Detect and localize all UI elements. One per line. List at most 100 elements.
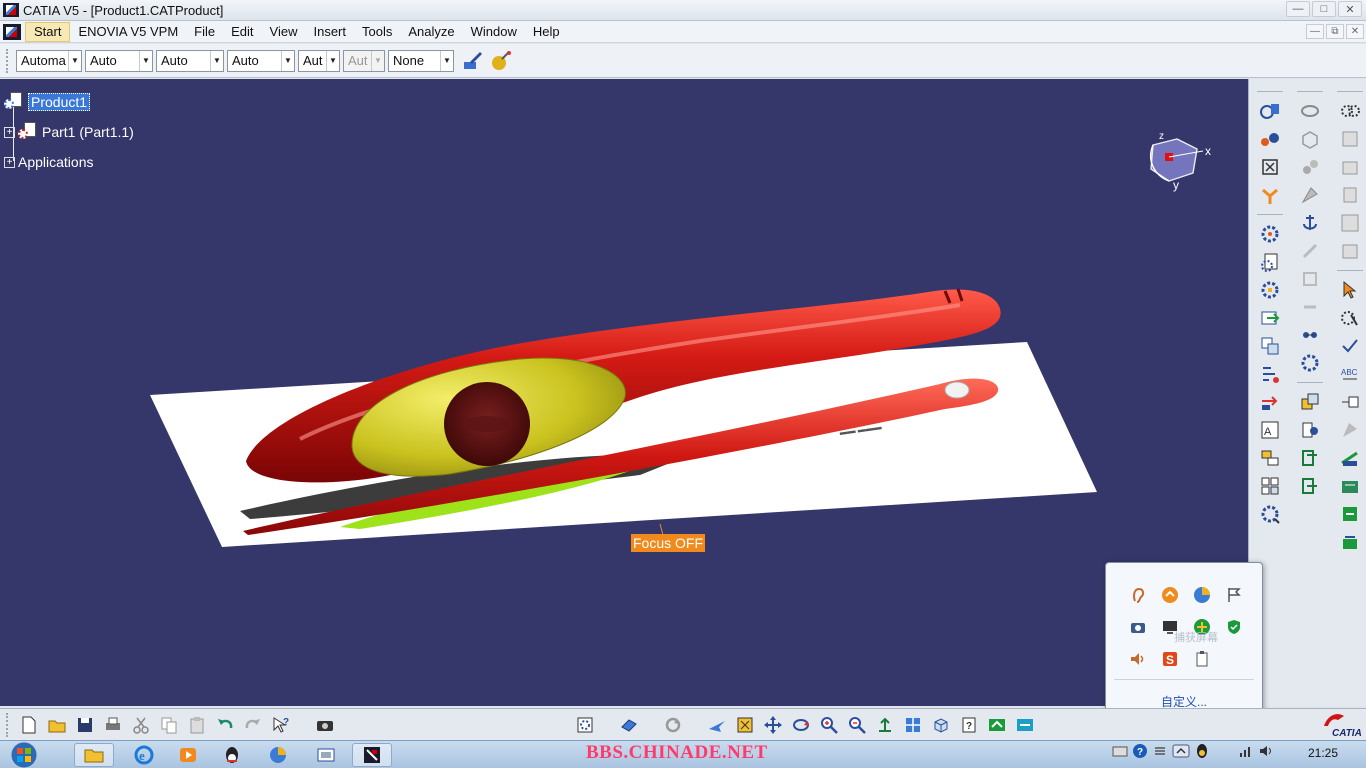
line-thickness-combo[interactable]: Auto ▼ (156, 49, 224, 72)
normal-view-icon[interactable] (872, 712, 898, 738)
flexible-rigid-icon[interactable] (1296, 294, 1324, 320)
whats-this-help-icon[interactable]: ? (268, 712, 294, 738)
taskbar-qq-button[interactable] (212, 743, 252, 767)
taskbar-ie-button[interactable]: e (124, 743, 164, 767)
tree-node-product[interactable]: Product1 (4, 87, 134, 117)
fix-together-icon[interactable] (1296, 238, 1324, 264)
quick-view-isometric-icon[interactable] (928, 712, 954, 738)
undo-icon[interactable] (212, 712, 238, 738)
expand-plus-icon[interactable]: + (4, 126, 15, 138)
help-icon[interactable]: ? (1132, 743, 1148, 762)
tray-camera-icon[interactable] (1122, 611, 1154, 643)
flag-note-icon[interactable] (1336, 389, 1364, 415)
product-knowledge-icon[interactable] (572, 712, 598, 738)
cut-icon[interactable] (128, 712, 154, 738)
manage-representations-icon[interactable] (1256, 445, 1284, 471)
scene-icon[interactable] (1296, 389, 1324, 415)
tray-volume-icon[interactable] (1122, 643, 1154, 675)
sectioning-icon[interactable] (1296, 445, 1324, 471)
snap-icon[interactable] (1296, 126, 1324, 152)
show-hidden-icons-button[interactable] (1172, 743, 1190, 762)
chevron-down-icon[interactable]: ▼ (68, 50, 81, 71)
save-icon[interactable] (72, 712, 98, 738)
transparency-combo[interactable]: Auto ▼ (85, 49, 153, 72)
existing-component-icon[interactable] (1256, 305, 1284, 331)
reuse-pattern-icon[interactable] (1296, 350, 1324, 376)
model-scene[interactable]: ▬▬ ▬▬▬ (0, 79, 1248, 706)
menu-file[interactable]: File (186, 22, 223, 42)
select-arrow-icon[interactable] (1336, 277, 1364, 303)
handle-hole[interactable] (944, 381, 970, 399)
zoom-out-icon[interactable] (844, 712, 870, 738)
layer-combo[interactable]: None ▼ (388, 49, 454, 72)
swap-visible-space-icon[interactable] (1012, 712, 1038, 738)
select-options-icon[interactable] (1336, 305, 1364, 331)
chevron-down-icon[interactable]: ▼ (440, 50, 453, 71)
point-symbol-combo[interactable]: Aut ▼ (298, 49, 340, 72)
quick-constraint-icon[interactable] (1296, 266, 1324, 292)
taskbar-catia-button[interactable] (352, 743, 392, 767)
measure-inertia-icon[interactable] (1336, 501, 1364, 527)
focus-off-label[interactable]: Focus OFF (631, 534, 706, 552)
anchor-icon[interactable] (1296, 210, 1324, 236)
qq-tray-icon[interactable] (1194, 743, 1210, 762)
taskbar-screen-button[interactable] (306, 743, 346, 767)
fit-all-icon[interactable] (1256, 154, 1284, 180)
change-constraint-icon[interactable] (1296, 322, 1324, 348)
expand-plus-icon[interactable]: + (4, 156, 15, 168)
tray-browser-icon[interactable] (1186, 579, 1218, 611)
tree-node-applications[interactable]: + Applications (4, 147, 134, 177)
clash-icon[interactable] (1296, 417, 1324, 443)
taskbar-browser-button[interactable] (258, 743, 298, 767)
new-part-icon[interactable] (1256, 277, 1284, 303)
menu-analyze[interactable]: Analyze (400, 22, 462, 42)
menu-view[interactable]: View (262, 22, 306, 42)
menu-help[interactable]: Help (525, 22, 568, 42)
network-signal-icon[interactable] (1238, 743, 1254, 762)
measure-between-icon[interactable] (1336, 445, 1364, 471)
toolbar-grip[interactable] (6, 48, 10, 73)
start-button[interactable] (6, 741, 42, 768)
menu-start[interactable]: Start (25, 21, 71, 42)
spare-layout-icon-3[interactable] (1336, 182, 1364, 208)
menu-enovia[interactable]: ENOVIA V5 VPM (70, 22, 186, 42)
part-icon[interactable] (18, 122, 38, 142)
maximize-icon[interactable]: □ (1312, 1, 1336, 17)
tree-label-product[interactable]: Product1 (28, 93, 91, 111)
print-icon[interactable] (100, 712, 126, 738)
constraint-icon[interactable] (1256, 182, 1284, 208)
explode-icon[interactable] (1296, 154, 1324, 180)
capture-camera-icon[interactable] (312, 712, 338, 738)
tree-label-applications[interactable]: Applications (18, 154, 94, 170)
taskbar-explorer-button[interactable] (74, 743, 114, 767)
component-gear-icon[interactable] (1256, 221, 1284, 247)
new-product-icon[interactable] (1256, 249, 1284, 275)
chevron-down-icon[interactable]: ▼ (281, 50, 294, 71)
tray-input-method-icon[interactable]: S (1154, 643, 1186, 675)
bill-of-material-icon[interactable]: A (1256, 417, 1284, 443)
measure-item-icon[interactable] (1336, 473, 1364, 499)
text-annotation-icon[interactable]: ABC (1336, 361, 1364, 387)
pan-icon[interactable] (760, 712, 786, 738)
spare-layout-icon-5[interactable] (1336, 238, 1364, 264)
document-menu-icon[interactable] (3, 23, 21, 40)
tray-update-icon[interactable] (1154, 579, 1186, 611)
product-icon[interactable] (4, 92, 24, 112)
tray-flag-icon[interactable] (1218, 579, 1250, 611)
menu-edit[interactable]: Edit (223, 22, 261, 42)
multi-instantiation-icon[interactable] (1256, 473, 1284, 499)
fly-mode-icon[interactable] (704, 712, 730, 738)
chevron-down-icon[interactable]: ▼ (210, 50, 223, 71)
check-annotation-icon[interactable] (1336, 333, 1364, 359)
tree-node-part[interactable]: + Part1 (Part1.1) (4, 117, 134, 147)
catalog-book-icon[interactable] (616, 712, 642, 738)
spare-layout-icon-2[interactable] (1336, 154, 1364, 180)
taskbar-clock[interactable]: 21:25 (1308, 746, 1338, 760)
fill-color-combo[interactable]: Automa ▼ (16, 49, 82, 72)
doc-close-icon[interactable]: ✕ (1346, 24, 1364, 39)
generate-numbering-icon[interactable] (1256, 389, 1284, 415)
chevron-down-icon[interactable]: ▼ (326, 50, 339, 71)
stop-manipulate-icon[interactable] (1296, 182, 1324, 208)
graphic-properties-wizard-icon[interactable] (489, 49, 513, 73)
menu-tools[interactable]: Tools (354, 22, 400, 42)
